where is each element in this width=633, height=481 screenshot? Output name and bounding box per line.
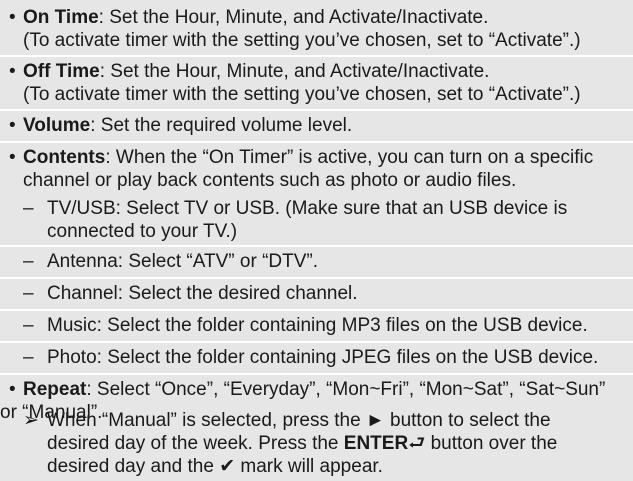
divider [0, 341, 633, 343]
note-manual: ➢ When “Manual” is selected, press the ►… [0, 409, 633, 478]
divider [0, 141, 633, 143]
sub-item-text-cont: connected to your TV.) [47, 221, 238, 242]
bullet: • [9, 7, 16, 28]
divider [0, 109, 633, 111]
term-on-time: On Time [23, 7, 99, 28]
bullet: • [9, 115, 16, 136]
sub-item-tv-usb: – TV/USB: Select TV or USB. (Make sure t… [0, 197, 633, 243]
list-item-on-time: • On Time: Set the Hour, Minute, and Act… [0, 6, 633, 52]
dash: – [23, 251, 34, 272]
enter-icon: ⮐ [408, 433, 426, 454]
checkmark-icon: ✔ [219, 456, 236, 477]
desc-cont-off-time: (To activate timer with the setting you’… [23, 84, 581, 105]
sub-item-text: Music: Select the folder containing MP3 … [47, 315, 588, 336]
sub-item-music: – Music: Select the folder containing MP… [0, 314, 633, 337]
term-repeat: Repeat [23, 379, 87, 400]
note-line-2-pre: desired day of the week. Press the [47, 433, 344, 454]
bullet: • [9, 147, 16, 168]
desc-off-time: : Set the Hour, Minute, and Activate/Ina… [99, 61, 490, 82]
sub-item-text: Antenna: Select “ATV” or “DTV”. [47, 251, 319, 272]
list-item-off-time: • Off Time: Set the Hour, Minute, and Ac… [0, 60, 633, 106]
dash: – [23, 198, 34, 219]
sub-item-text: Photo: Select the folder containing JPEG… [47, 347, 599, 368]
note-line-2-post: button over the [425, 433, 558, 454]
desc-cont-contents: channel or play back contents such as ph… [23, 170, 517, 191]
arrow-marker-icon: ➢ [23, 410, 39, 431]
bullet: • [9, 61, 16, 82]
divider [0, 277, 633, 279]
dash: – [23, 315, 34, 336]
dash: – [23, 283, 34, 304]
note-line-2: desired day of the week. Press the ENTER… [0, 432, 633, 455]
desc-volume: : Set the required volume level. [90, 115, 353, 136]
desc-cont-on-time: (To activate timer with the setting you’… [23, 30, 581, 51]
divider [0, 309, 633, 311]
divider [0, 373, 633, 375]
term-volume: Volume [23, 115, 91, 136]
sub-item-channel: – Channel: Select the desired channel. [0, 282, 633, 305]
term-contents: Contents [23, 147, 106, 168]
desc-on-time: : Set the Hour, Minute, and Activate/Ina… [98, 7, 489, 28]
term-off-time: Off Time [23, 61, 100, 82]
bullet: • [9, 379, 16, 400]
note-line-1: When “Manual” is selected, press the ► b… [47, 410, 551, 431]
enter-label: ENTER [343, 433, 409, 454]
divider [0, 245, 633, 247]
sub-item-text: TV/USB: Select TV or USB. (Make sure tha… [47, 198, 568, 219]
desc-contents: : When the “On Timer” is active, you can… [105, 147, 594, 168]
sub-item-text: Channel: Select the desired channel. [47, 283, 358, 304]
desc-repeat: : Select “Once”, “Everyday”, “Mon~Fri”, … [86, 379, 606, 400]
sub-item-photo: – Photo: Select the folder containing JP… [0, 346, 633, 369]
list-item-volume: • Volume: Set the required volume level. [0, 114, 633, 137]
list-item-contents: • Contents: When the “On Timer” is activ… [0, 146, 633, 192]
note-line-3-pre: desired day and the [47, 456, 220, 477]
note-line-3: desired day and the ✔ mark will appear. [0, 455, 633, 478]
sub-item-antenna: – Antenna: Select “ATV” or “DTV”. [0, 250, 633, 273]
manual-page: • On Time: Set the Hour, Minute, and Act… [0, 0, 633, 481]
dash: – [23, 347, 34, 368]
divider [0, 55, 633, 57]
note-line-3-post: mark will appear. [235, 456, 383, 477]
